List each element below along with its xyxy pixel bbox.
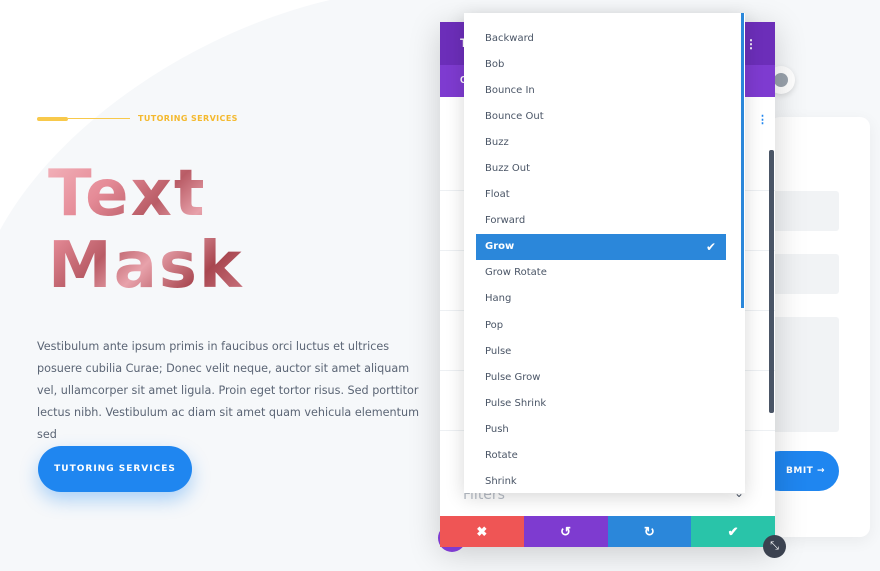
dropdown-option[interactable]: Hang [476,286,726,312]
dropdown-option[interactable]: Grow ✔ [476,233,726,260]
dropdown-option[interactable]: Grow Rotate [476,260,726,286]
option-menu-icon[interactable]: ⋮ [757,113,768,126]
dropdown-option-label: Pulse Grow [485,371,541,383]
dropdown-option-label: Grow Rotate [485,267,547,279]
dropdown-option[interactable]: Push [476,416,726,442]
dropdown-options: Backward Bob Bounce In Bounce Out Buzz Buzz O… [476,25,726,493]
dropdown-option-label: Push [485,423,509,435]
dropdown-option[interactable]: Shrink [476,469,726,493]
dropdown-option[interactable]: Bob [476,51,726,77]
dropdown-option-label: Buzz Out [485,163,531,175]
dropdown-option[interactable]: Forward [476,208,726,234]
dropdown-option[interactable]: Bounce In [476,77,726,103]
dropdown-option[interactable]: Buzz Out [476,155,726,181]
dropdown-option-label: Rotate [485,450,518,462]
dropdown-option-label: Backward [485,32,534,44]
dropdown-option[interactable]: Pulse Grow [476,364,726,390]
dropdown-option[interactable]: Pop [476,312,726,338]
dropdown-option-label: Bounce In [485,84,535,96]
dropdown-option[interactable]: Float [476,182,726,208]
undo-button[interactable]: ↺ [523,516,608,547]
eyebrow: TUTORING SERVICES [37,114,238,123]
dropdown-option-label: Shrink [485,476,517,488]
tutoring-services-button[interactable]: TUTORING SERVICES [38,446,192,492]
dropdown-option-label: Float [485,189,510,201]
hero-body-text: Vestibulum ante ipsum primis in faucibus… [37,340,419,441]
dropdown-option-label: Buzz [485,136,509,148]
redo-icon: ↻ [643,523,655,539]
cancel-button[interactable]: ✖ [440,516,524,547]
dropdown-option[interactable]: Pulse [476,338,726,364]
resize-icon[interactable]: ⤡ [763,535,786,558]
dropdown-option-label: Bounce Out [485,110,544,122]
title-line-2: Mask [48,229,244,303]
dropdown-option[interactable]: Pulse Shrink [476,390,726,416]
check-icon: ✔ [705,239,716,254]
dropdown-option-label: Pulse [485,345,512,357]
page-title: Text Mask [48,158,244,302]
dropdown-option[interactable]: Rotate [476,443,726,469]
dropdown-option-label: Bob [485,58,505,70]
check-icon: ✔ [727,523,739,539]
dropdown-scrollbar[interactable] [741,13,744,308]
form-message-textarea[interactable] [770,317,839,432]
eyebrow-accent-bar [37,116,68,121]
title-line-1: Text [48,157,207,231]
dropdown-option-label: Hang [485,293,512,305]
form-name-input[interactable] [770,191,839,231]
dropdown-option-label: Forward [485,215,526,227]
animation-dropdown: Backward Bob Bounce In Bounce Out Buzz Buzz O… [464,13,745,493]
eyebrow-text: TUTORING SERVICES [138,114,238,123]
dropdown-option-label: Pulse Shrink [485,397,547,409]
save-button[interactable]: ✔ [691,516,775,547]
form-email-input[interactable] [770,254,839,294]
dropdown-option[interactable]: Backward [476,25,726,51]
dropdown-option[interactable]: Buzz [476,129,726,155]
eyebrow-line [68,118,130,119]
dropdown-option-label: Grow [485,241,515,253]
dropdown-option[interactable]: Bounce Out [476,103,726,129]
modal-menu-icon[interactable]: ⋮ [745,37,757,51]
redo-button[interactable]: ↻ [607,516,692,547]
close-icon: ✖ [476,523,488,539]
modal-scrollbar[interactable] [769,150,774,413]
modal-footer: ✖ ↺ ↻ ✔ [440,516,775,547]
dropdown-option-label: Pop [485,319,504,331]
undo-icon: ↺ [560,523,572,539]
